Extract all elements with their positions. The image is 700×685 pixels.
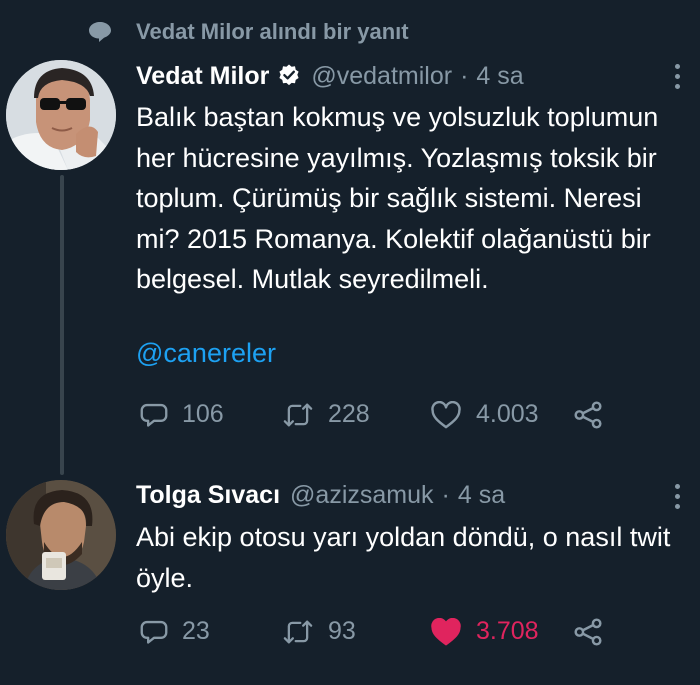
tweet-time[interactable]: 4 sa xyxy=(476,62,523,91)
like-count: 3.708 xyxy=(476,617,539,645)
heart-icon xyxy=(431,400,461,428)
share-button[interactable] xyxy=(572,400,604,430)
separator-dot: · xyxy=(460,62,469,90)
tweet-text: Abi ekip otosu yarı yoldan döndü, o nası… xyxy=(136,522,671,593)
tweet-actions: 23 93 3.708 xyxy=(136,615,700,655)
author-name[interactable]: Vedat Milor xyxy=(136,62,269,91)
reply-context-text: Vedat Milor alındı bir yanıt xyxy=(136,19,409,44)
author-handle[interactable]: @azizsamuk xyxy=(290,481,433,510)
reply-button[interactable]: 106 xyxy=(140,400,224,429)
tweet-time[interactable]: 4 sa xyxy=(458,481,505,510)
retweet-count: 228 xyxy=(328,400,370,428)
share-button[interactable] xyxy=(572,617,604,647)
like-button[interactable]: 4.003 xyxy=(430,400,539,429)
author-name[interactable]: Tolga Sıvacı xyxy=(136,481,280,510)
more-options-icon[interactable] xyxy=(672,484,682,509)
speech-bubble-icon xyxy=(88,21,112,43)
avatar-vedat-milor[interactable] xyxy=(6,60,116,170)
heart-filled-icon xyxy=(431,617,461,645)
tweet-actions: 106 228 4.003 xyxy=(136,398,700,438)
retweet-icon xyxy=(283,403,313,426)
share-icon xyxy=(574,401,602,429)
more-options-icon[interactable] xyxy=(672,64,682,89)
retweet-button[interactable]: 93 xyxy=(282,617,356,646)
like-count: 4.003 xyxy=(476,400,539,428)
avatar-tolga-sivaci[interactable] xyxy=(6,480,116,590)
verified-badge-icon xyxy=(277,63,301,87)
like-button[interactable]: 3.708 xyxy=(430,617,539,646)
tweet-text: Balık baştan kokmuş ve yolsuzluk toplumu… xyxy=(136,102,659,294)
reply-count: 106 xyxy=(182,400,224,428)
retweet-icon xyxy=(283,620,313,643)
mention-link[interactable]: @canereler xyxy=(136,338,276,369)
reply-context: Vedat Milor alındı bir yanıt xyxy=(88,14,409,50)
reply-icon xyxy=(140,620,168,644)
thread-connector-line xyxy=(60,175,64,475)
author-handle[interactable]: @vedatmilor xyxy=(311,62,452,91)
reply-count: 23 xyxy=(182,617,210,645)
share-icon xyxy=(574,618,602,646)
tweet-header: Tolga Sıvacı @azizsamuk · 4 sa xyxy=(136,481,505,510)
reply-icon xyxy=(140,403,168,427)
reply-button[interactable]: 23 xyxy=(140,617,210,646)
retweet-count: 93 xyxy=(328,617,356,645)
retweet-button[interactable]: 228 xyxy=(282,400,370,429)
tweet-header: Vedat Milor @vedatmilor · 4 sa xyxy=(136,60,524,91)
separator-dot: · xyxy=(441,481,450,509)
